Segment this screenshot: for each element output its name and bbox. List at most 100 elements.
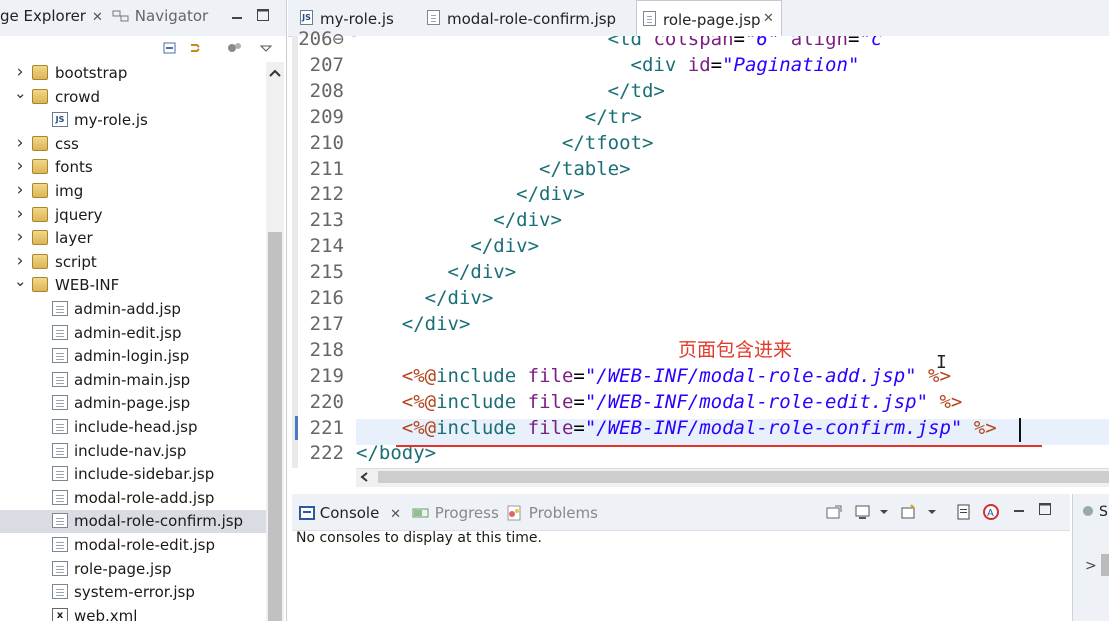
code-line[interactable]: </div> [356, 287, 494, 309]
display-console-icon[interactable] [854, 504, 872, 520]
focus-task-icon[interactable] [226, 40, 242, 56]
tab-progress-label: Progress [434, 504, 499, 522]
code-line[interactable]: </td> [356, 80, 665, 102]
code-line[interactable]: <div id="Pagination" [356, 54, 860, 76]
tree-item-label: script [55, 252, 97, 271]
collapse-all-icon[interactable] [162, 40, 178, 56]
code-line[interactable]: </div> [356, 183, 585, 205]
left-scrollbar-thumb[interactable] [268, 232, 282, 621]
view-menu-icon[interactable] [258, 40, 274, 56]
jsp-file-icon [52, 489, 68, 505]
open-console-icon[interactable] [825, 504, 843, 520]
folder-icon [32, 183, 48, 198]
tab-package-explorer[interactable]: ge Explorer ✕ [0, 7, 103, 25]
tree-folder-script[interactable]: › script [0, 251, 266, 274]
tree-folder-bootstrap[interactable]: › bootstrap [0, 62, 266, 85]
maximize-icon[interactable] [1038, 502, 1052, 516]
code-line[interactable]: </table> [356, 158, 631, 180]
tree-file[interactable]: include-head.jsp [0, 416, 266, 439]
code-line[interactable]: </tfoot> [356, 132, 654, 154]
minimize-icon[interactable] [230, 8, 244, 22]
tree-file[interactable]: role-page.jsp [0, 558, 266, 581]
code-line[interactable]: <%@include file="/WEB-INF/modal-role-con… [356, 417, 997, 439]
tree-folder-img[interactable]: › img [0, 180, 266, 203]
tree-file[interactable]: JS my-role.js [0, 109, 266, 132]
close-icon[interactable]: ✕ [92, 10, 103, 25]
code-line[interactable]: </div> [356, 235, 539, 257]
tree-file[interactable]: admin-login.jsp [0, 345, 266, 368]
maximize-icon[interactable] [256, 8, 270, 22]
chevron-right-icon[interactable]: › [14, 62, 26, 82]
code-line[interactable]: <%@include file="/WEB-INF/modal-role-add… [356, 365, 951, 387]
tree-file[interactable]: system-error.jsp [0, 581, 266, 604]
tree-file[interactable]: modal-role-edit.jsp [0, 534, 266, 557]
chevron-right-icon[interactable]: › [14, 133, 26, 153]
folder-icon [32, 88, 48, 104]
tree-file[interactable]: include-nav.jsp [0, 440, 266, 463]
chevron-down-icon[interactable]: ⌄ [14, 84, 27, 102]
tree-folder-layer[interactable]: › layer [0, 227, 266, 250]
right-tab-label[interactable]: S [1099, 504, 1108, 520]
tree-file[interactable]: include-sidebar.jsp [0, 463, 266, 486]
chevron-right-icon[interactable]: › [14, 227, 26, 247]
chevron-down-icon[interactable] [878, 506, 890, 518]
annotation-text: 页面包含进来 [678, 339, 793, 361]
code-editor[interactable]: <td colspan="6" align="c <div id="Pagina… [356, 36, 1109, 468]
tree-file[interactable]: admin-main.jsp [0, 369, 266, 392]
tree-file[interactable]: x web.xml [0, 605, 266, 621]
tree-item-label: admin-login.jsp [74, 347, 190, 366]
tree-file[interactable]: modal-role-confirm.jsp [0, 510, 266, 534]
editor-tab[interactable]: modal-role-confirm.jsp [421, 0, 631, 35]
chevron-down-icon[interactable]: ⌄ [14, 272, 27, 290]
tree-file[interactable]: admin-page.jsp [0, 392, 266, 415]
tree-folder-css[interactable]: › css [0, 133, 266, 156]
line-number: 217 [309, 312, 344, 335]
code-line[interactable]: <%@include file="/WEB-INF/modal-role-edi… [356, 391, 963, 413]
tree-folder-jquery[interactable]: › jquery [0, 204, 266, 227]
tree-file[interactable]: admin-add.jsp [0, 298, 266, 321]
tree-file[interactable]: admin-edit.jsp [0, 322, 266, 345]
tree-folder-web-inf[interactable]: ⌄ WEB-INF [0, 272, 266, 297]
console-tabbar: Console ✕ Progress Problems A [292, 494, 1070, 531]
tab-problems[interactable]: Problems [506, 504, 598, 522]
tree-item-label: my-role.js [74, 111, 148, 130]
jsp-file-icon [52, 584, 68, 600]
tab-console[interactable]: Console ✕ [299, 504, 401, 522]
code-line[interactable]: </div> [356, 313, 471, 335]
scroll-up-icon[interactable] [267, 66, 283, 80]
chevron-right-icon[interactable]: > [1085, 558, 1097, 574]
chevron-right-icon[interactable]: › [14, 204, 26, 224]
code-line[interactable]: </tr> [356, 106, 642, 128]
chevron-right-icon[interactable]: › [14, 156, 26, 176]
jsp-file-icon [52, 348, 68, 364]
tree-file[interactable]: modal-role-add.jsp [0, 487, 266, 510]
folder-icon [32, 253, 48, 269]
new-console-icon[interactable] [900, 504, 918, 520]
tree-folder-crowd[interactable]: ⌄ crowd [0, 84, 266, 109]
code-line[interactable]: </div> [356, 261, 517, 283]
editor-tab-label: my-role.js [320, 10, 394, 28]
folder-icon [32, 65, 48, 80]
code-line[interactable]: </div> [356, 209, 562, 231]
line-number: 221 [309, 416, 344, 439]
text-caret [1019, 418, 1021, 442]
tab-navigator[interactable]: Navigator [112, 7, 208, 25]
editor-hscroll-thumb[interactable] [378, 471, 1109, 483]
chevron-right-icon[interactable]: › [14, 251, 26, 271]
clipboard-icon[interactable] [956, 503, 972, 521]
scroll-left-icon[interactable] [358, 470, 372, 484]
tree-item-label: css [55, 134, 79, 153]
close-icon[interactable]: ✕ [390, 507, 401, 522]
close-icon[interactable]: ✕ [763, 11, 774, 26]
chevron-right-icon[interactable]: › [14, 180, 26, 200]
tree-folder-fonts[interactable]: › fonts [0, 156, 266, 179]
minimize-icon[interactable] [1012, 504, 1026, 518]
tab-progress[interactable]: Progress [412, 504, 499, 522]
link-with-editor-icon[interactable] [188, 40, 204, 56]
editor-tab[interactable]: role-page.jsp ✕ [636, 0, 782, 36]
right-panel-item[interactable] [1101, 554, 1109, 576]
code-line[interactable]: <td colspan="6" align="c [356, 36, 883, 50]
console-icon [299, 506, 315, 520]
chevron-down-icon[interactable] [926, 506, 938, 518]
pin-console-icon[interactable]: A [982, 503, 1000, 521]
